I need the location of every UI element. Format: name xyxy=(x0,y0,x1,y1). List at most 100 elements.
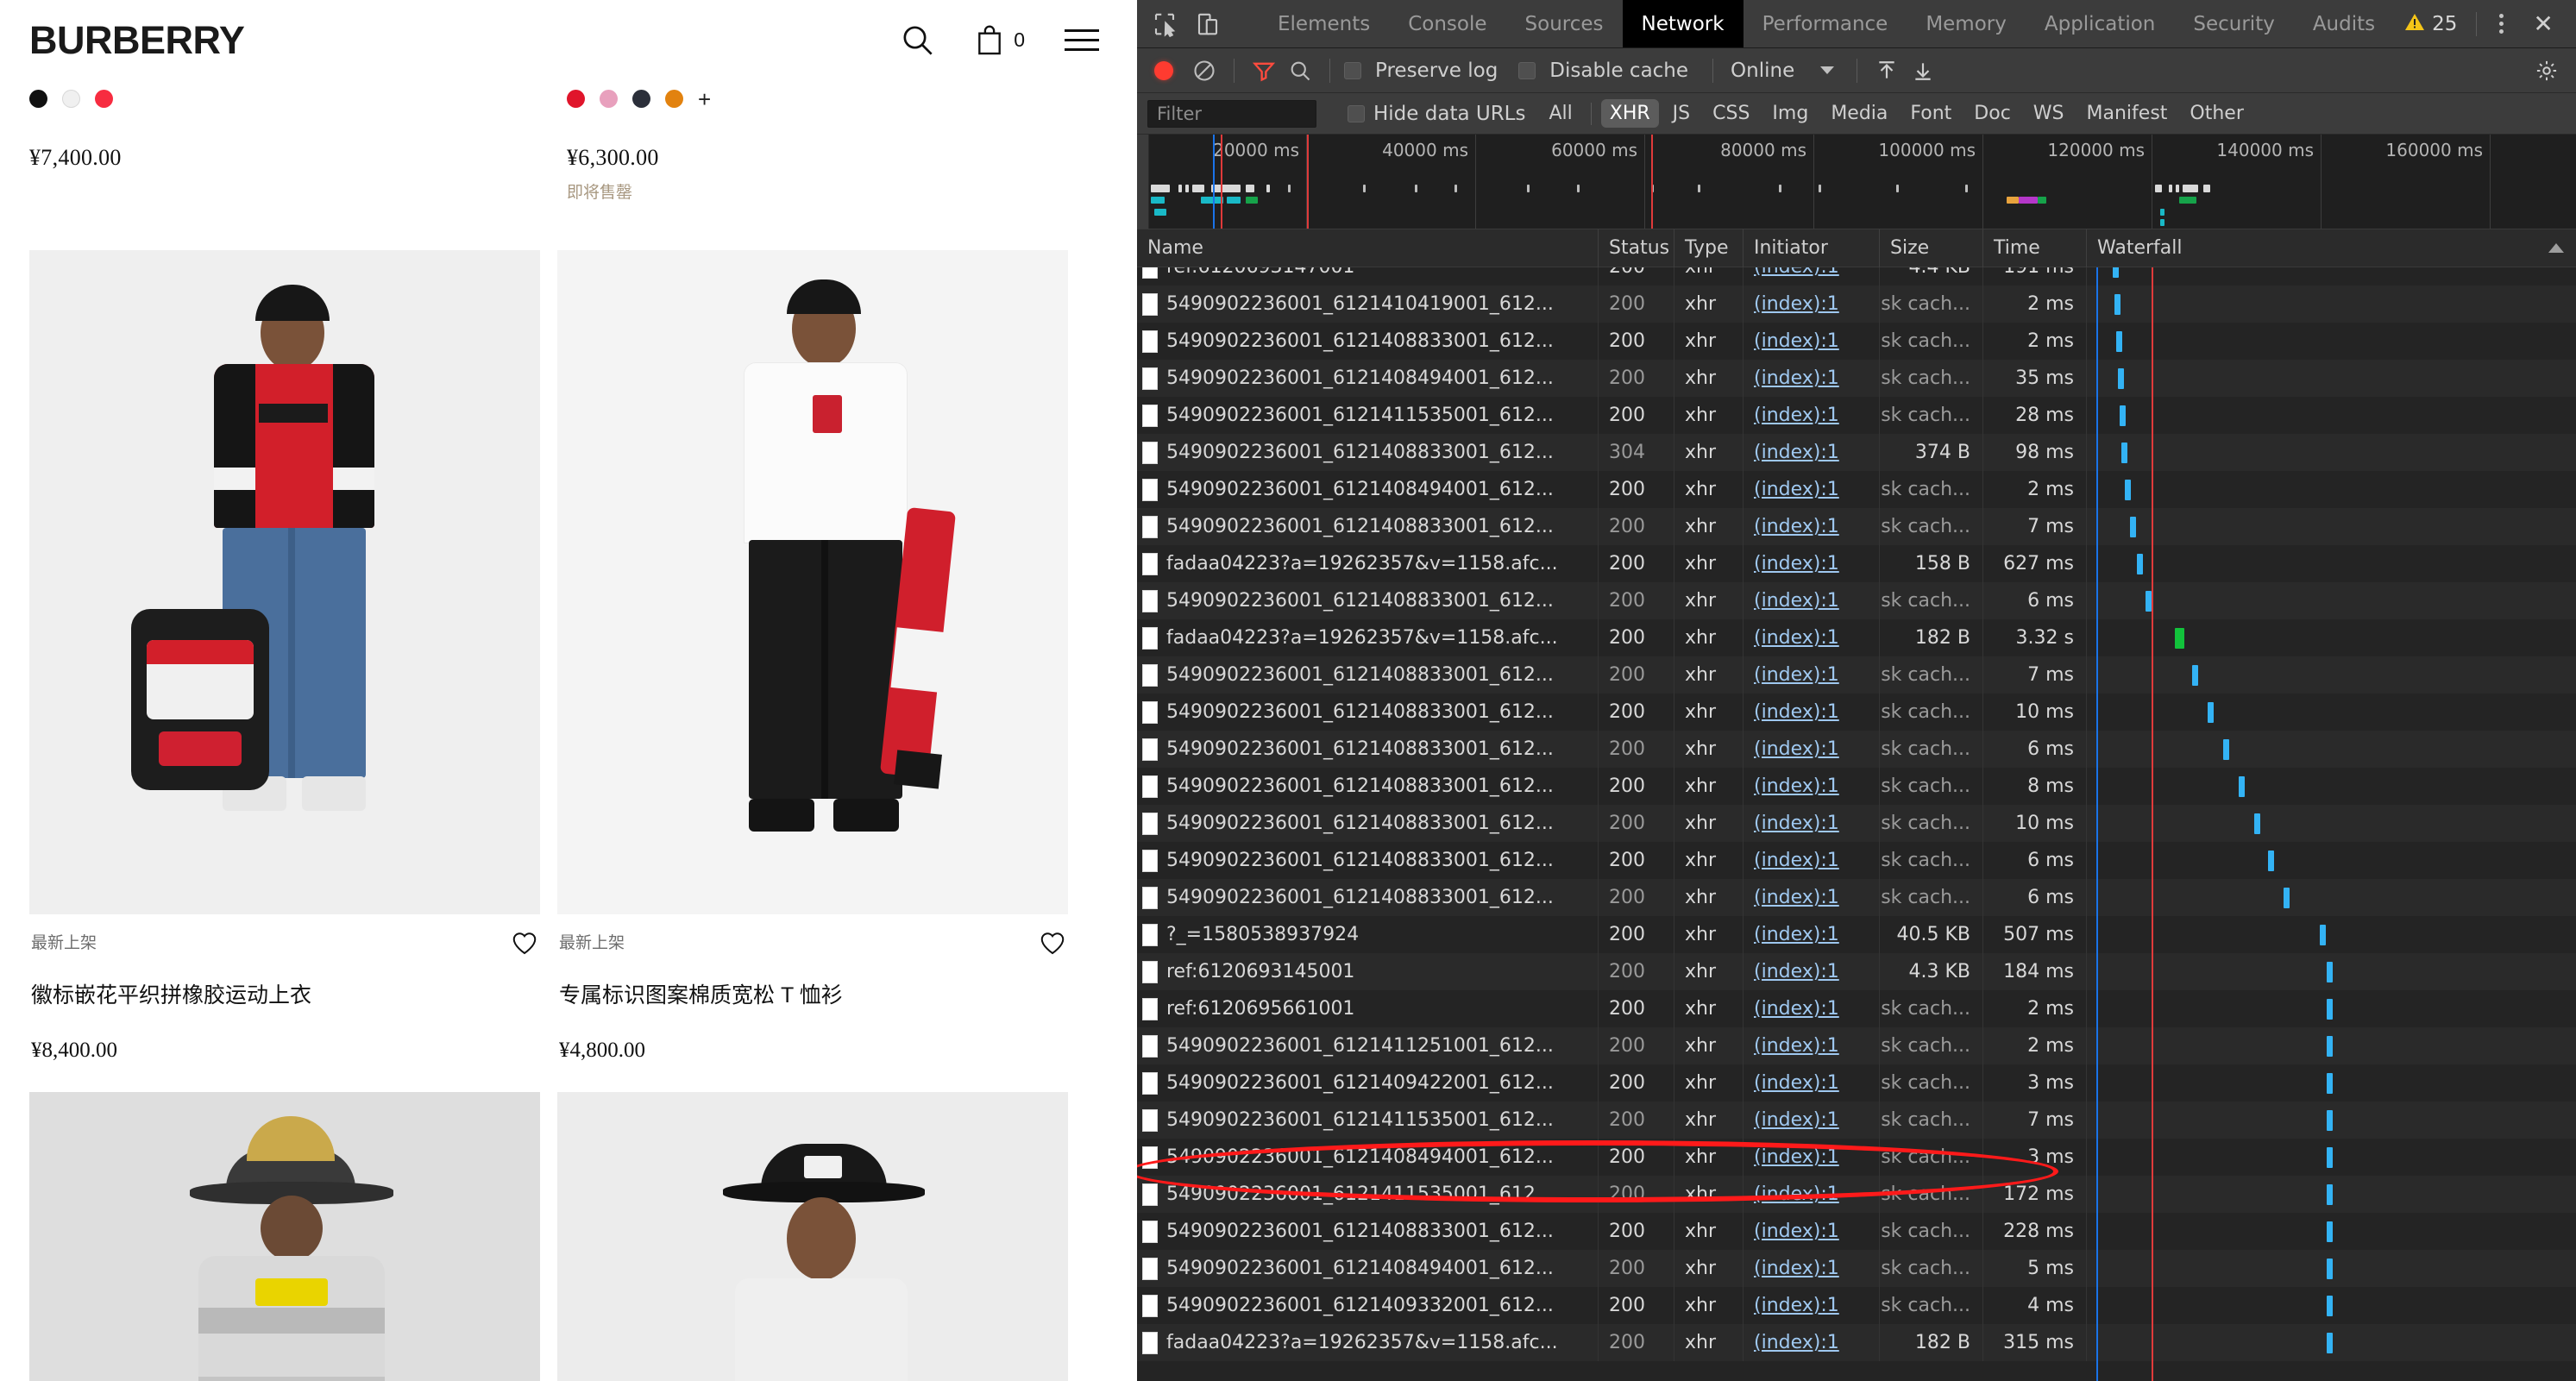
request-name-cell[interactable]: 5490902236001_6121408833001_612... xyxy=(1137,434,1599,471)
column-header-status[interactable]: Status xyxy=(1599,229,1674,267)
initiator-link[interactable]: (index):1 xyxy=(1754,1221,1839,1242)
request-initiator[interactable]: (index):1 xyxy=(1744,842,1880,879)
table-row[interactable]: fadaa04223?a=19262357&v=1158.afc... 200 xh… xyxy=(1137,545,2576,582)
request-initiator[interactable]: (index):1 xyxy=(1744,731,1880,768)
filter-chip-doc[interactable]: Doc xyxy=(1965,99,2020,128)
filter-chip-js[interactable]: JS xyxy=(1664,99,1699,128)
initiator-link[interactable]: (index):1 xyxy=(1754,813,1839,834)
product-image[interactable] xyxy=(557,250,1068,914)
request-name-cell[interactable]: ?_=1580538937924 xyxy=(1137,916,1599,953)
request-initiator[interactable]: (index):1 xyxy=(1744,1139,1880,1176)
request-name-cell[interactable]: 5490902236001_6121408833001_612... xyxy=(1137,323,1599,360)
initiator-link[interactable]: (index):1 xyxy=(1754,664,1839,686)
request-initiator[interactable]: (index):1 xyxy=(1744,1176,1880,1213)
request-name-cell[interactable]: 5490902236001_6121408494001_612... xyxy=(1137,360,1599,397)
filter-chip-other[interactable]: Other xyxy=(2181,99,2252,128)
initiator-link[interactable]: (index):1 xyxy=(1754,1146,1839,1168)
inspect-element-icon[interactable] xyxy=(1149,9,1180,40)
request-initiator[interactable]: (index):1 xyxy=(1744,1287,1880,1324)
request-name-cell[interactable]: 5490902236001_6121408494001_612... xyxy=(1137,1250,1599,1287)
brand-logo[interactable]: BURBERRY xyxy=(29,21,245,60)
tab-elements[interactable]: Elements xyxy=(1259,0,1389,47)
initiator-link[interactable]: (index):1 xyxy=(1754,367,1839,389)
sort-ascending-icon[interactable] xyxy=(2548,243,2564,253)
hide-data-urls-checkbox[interactable] xyxy=(1348,104,1365,122)
request-initiator[interactable]: (index):1 xyxy=(1744,471,1880,508)
heart-icon[interactable] xyxy=(1039,930,1066,956)
initiator-link[interactable]: (index):1 xyxy=(1754,330,1839,352)
request-initiator[interactable]: (index):1 xyxy=(1744,545,1880,582)
request-name-cell[interactable]: 5490902236001_6121408833001_612... xyxy=(1137,656,1599,694)
table-row[interactable]: 5490902236001_6121408833001_612... 200 xhr… xyxy=(1137,508,2576,545)
table-row[interactable]: 5490902236001_6121408833001_612... 200 xhr… xyxy=(1137,805,2576,842)
initiator-link[interactable]: (index):1 xyxy=(1754,1183,1839,1205)
close-devtools-icon[interactable]: ✕ xyxy=(2521,11,2565,36)
request-initiator[interactable]: (index):1 xyxy=(1744,397,1880,434)
request-name-cell[interactable]: 5490902236001_6121411535001_612... xyxy=(1137,1176,1599,1213)
table-row[interactable]: 5490902236001_6121408833001_612... 200 xhr… xyxy=(1137,879,2576,916)
request-name-cell[interactable]: 5490902236001_6121408833001_612... xyxy=(1137,508,1599,545)
initiator-link[interactable]: (index):1 xyxy=(1754,1332,1839,1353)
request-name-cell[interactable]: 5490902236001_6121408494001_612... xyxy=(1137,1139,1599,1176)
table-row[interactable]: 5490902236001_6121408833001_612... 304 xhr… xyxy=(1137,434,2576,471)
request-name-cell[interactable]: 5490902236001_6121411251001_612... xyxy=(1137,1027,1599,1064)
request-name-cell[interactable]: 5490902236001_6121408833001_612... xyxy=(1137,1213,1599,1250)
table-row[interactable]: ref:6120695661001 200xhr (index):1 (disk ca… xyxy=(1137,990,2576,1027)
table-row[interactable]: 5490902236001_6121408494001_612... 200 xhr… xyxy=(1137,1250,2576,1287)
product-tile[interactable] xyxy=(557,1092,1068,1381)
column-header-time[interactable]: Time xyxy=(1983,229,2087,267)
table-row[interactable]: 5490902236001_6121408494001_612... 200 xhr… xyxy=(1137,360,2576,397)
initiator-link[interactable]: (index):1 xyxy=(1754,553,1839,574)
request-initiator[interactable]: (index):1 xyxy=(1744,768,1880,805)
filter-chip-media[interactable]: Media xyxy=(1822,99,1896,128)
request-name-cell[interactable]: ref:6120695661001 xyxy=(1137,990,1599,1027)
initiator-link[interactable]: (index):1 xyxy=(1754,1035,1839,1057)
table-row[interactable]: ?_=1580538937924 200 xhr (index):1 40.5 KB 50… xyxy=(1137,916,2576,953)
tab-performance[interactable]: Performance xyxy=(1744,0,1907,47)
more-options-icon[interactable] xyxy=(2485,14,2517,34)
filter-chip-xhr[interactable]: XHR xyxy=(1600,99,1659,128)
request-name-cell[interactable]: 5490902236001_6121408833001_612... xyxy=(1137,879,1599,916)
table-row[interactable]: 5490902236001_6121408833001_612... 200 xhr… xyxy=(1137,582,2576,619)
table-rows-viewport[interactable]: ref:6120693147001200xhr(index):14.4 KB19… xyxy=(1137,267,2576,1381)
request-name-cell[interactable]: 5490902236001_6121411535001_612... xyxy=(1137,1102,1599,1139)
table-row[interactable]: 5490902236001_6121408494001_612... 200 xhr… xyxy=(1137,471,2576,508)
product-image[interactable] xyxy=(557,1092,1068,1381)
request-initiator[interactable]: (index):1 xyxy=(1744,656,1880,694)
table-row[interactable]: fadaa04223?a=19262357&v=1158.afc... 200 xh… xyxy=(1137,619,2576,656)
filter-input[interactable] xyxy=(1147,99,1316,128)
swatch-white[interactable] xyxy=(62,90,80,108)
import-har-icon[interactable] xyxy=(1871,55,1902,86)
preserve-log-checkbox[interactable] xyxy=(1344,61,1361,79)
request-name-cell[interactable]: 5490902236001_6121411535001_612... xyxy=(1137,397,1599,434)
request-initiator[interactable]: (index):1 xyxy=(1744,879,1880,916)
shopping-bag-button[interactable]: 0 xyxy=(974,23,1025,56)
initiator-link[interactable]: (index):1 xyxy=(1754,887,1839,908)
initiator-link[interactable]: (index):1 xyxy=(1754,1109,1839,1131)
more-colors-button[interactable]: + xyxy=(698,88,711,110)
initiator-link[interactable]: (index):1 xyxy=(1754,590,1839,612)
request-initiator[interactable]: (index):1 xyxy=(1744,1213,1880,1250)
initiator-link[interactable]: (index):1 xyxy=(1754,738,1839,760)
request-initiator[interactable]: (index):1 xyxy=(1744,805,1880,842)
initiator-link[interactable]: (index):1 xyxy=(1754,405,1839,426)
product-image[interactable] xyxy=(29,1092,540,1381)
request-initiator[interactable]: (index):1 xyxy=(1744,360,1880,397)
table-row[interactable]: 5490902236001_6121408494001_612... 200 xhr… xyxy=(1137,1139,2576,1176)
initiator-link[interactable]: (index):1 xyxy=(1754,479,1839,500)
table-row[interactable]: 5490902236001_6121411535001_612... 200 xhr… xyxy=(1137,1102,2576,1139)
filter-chip-img[interactable]: Img xyxy=(1763,99,1817,128)
table-row[interactable]: 5490902236001_6121408833001_612... 200 xhr… xyxy=(1137,768,2576,805)
filter-chip-font[interactable]: Font xyxy=(1901,99,1960,128)
swatch-black[interactable] xyxy=(29,90,47,108)
request-initiator[interactable]: (index):1 xyxy=(1744,582,1880,619)
request-initiator[interactable]: (index):1 xyxy=(1744,1027,1880,1064)
table-row[interactable]: 5490902236001_6121411535001_612... 200 xhr… xyxy=(1137,1176,2576,1213)
disable-cache-checkbox[interactable] xyxy=(1518,61,1536,79)
request-initiator[interactable]: (index):1 xyxy=(1744,267,1880,286)
request-initiator[interactable]: (index):1 xyxy=(1744,434,1880,471)
table-row[interactable]: 5490902236001_6121409422001_612... 200 xhr… xyxy=(1137,1064,2576,1102)
toggle-device-toolbar-icon[interactable] xyxy=(1192,9,1223,40)
request-initiator[interactable]: (index):1 xyxy=(1744,953,1880,990)
preserve-log-label[interactable]: Preserve log xyxy=(1375,60,1498,82)
